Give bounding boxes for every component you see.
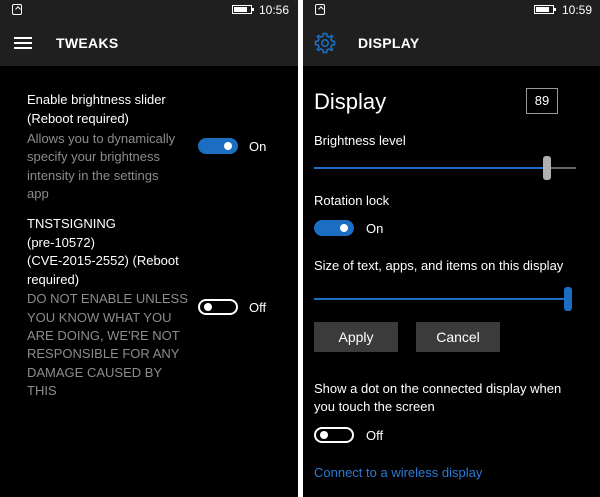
brightness-slider-thumb[interactable] <box>543 156 552 180</box>
setting-description: app <box>27 186 49 201</box>
setting-label: required) <box>27 272 80 287</box>
dot-setting-label: Show a dot on the connected display when <box>314 381 562 396</box>
battery-icon <box>534 5 556 14</box>
setting-warning: THIS <box>27 383 57 398</box>
app-bar: TWEAKS <box>0 20 298 66</box>
status-time: 10:56 <box>259 3 290 17</box>
connect-wireless-display-link[interactable]: Connect to a wireless display <box>314 464 482 483</box>
rotation-lock-label: Rotation lock <box>314 193 390 208</box>
status-time: 10:59 <box>562 3 593 17</box>
app-bar: DISPLAY <box>303 20 600 66</box>
setting-warning: ARE DOING, WE'RE NOT <box>27 328 180 343</box>
setting-warning: DO NOT ENABLE UNLESS <box>27 291 188 306</box>
section-heading: Display <box>314 89 387 114</box>
brightness-label: Brightness level <box>314 133 406 148</box>
setting-label: TNSTSIGNING <box>27 216 116 231</box>
status-bar: 10:56 <box>0 0 298 20</box>
right-screen: 10:59 DISPLAY Display 89 Brightness leve… <box>303 0 600 497</box>
brightness-slider-toggle[interactable] <box>198 138 238 154</box>
hamburger-menu-icon[interactable] <box>14 37 32 49</box>
scale-slider[interactable] <box>314 287 572 311</box>
brightness-value-box: 89 <box>526 88 558 114</box>
setting-description: Allows you to dynamically <box>27 131 176 146</box>
setting-label: (Reboot required) <box>27 111 129 126</box>
toggle-state-label: Off <box>249 300 267 315</box>
page-title: TWEAKS <box>56 35 119 51</box>
notification-icon <box>12 4 22 15</box>
toggle-state-label: On <box>366 221 384 236</box>
toggle-state-label: Off <box>366 428 384 443</box>
toggle-state-label: On <box>249 139 267 154</box>
notification-icon <box>315 4 325 15</box>
page-title: DISPLAY <box>358 35 420 51</box>
brightness-slider[interactable] <box>314 156 576 180</box>
battery-icon <box>232 5 254 14</box>
cancel-button[interactable]: Cancel <box>416 322 500 352</box>
status-bar: 10:59 <box>303 0 600 20</box>
setting-label: (CVE-2015-2552) (Reboot <box>27 253 179 268</box>
setting-description: specify your brightness <box>27 149 160 164</box>
setting-warning: RESPONSIBLE FOR ANY <box>27 346 180 361</box>
dot-setting-label: you touch the screen <box>314 399 435 414</box>
setting-warning: YOU KNOW WHAT YOU <box>27 310 172 325</box>
show-dot-toggle[interactable] <box>314 427 354 443</box>
setting-description: intensity in the settings <box>27 168 159 183</box>
scale-label: Size of text, apps, and items on this di… <box>314 258 564 273</box>
gear-icon[interactable] <box>313 31 337 55</box>
left-screen: 10:56 TWEAKS Enable brightness slider (R… <box>0 0 298 497</box>
rotation-lock-toggle[interactable] <box>314 220 354 236</box>
scale-slider-thumb[interactable] <box>564 287 572 311</box>
setting-warning: DAMAGE CAUSED BY <box>27 365 163 380</box>
testsigning-toggle[interactable] <box>198 299 238 315</box>
apply-button[interactable]: Apply <box>314 322 398 352</box>
setting-label: (pre-10572) <box>27 235 95 250</box>
setting-label: Enable brightness slider <box>27 92 166 107</box>
